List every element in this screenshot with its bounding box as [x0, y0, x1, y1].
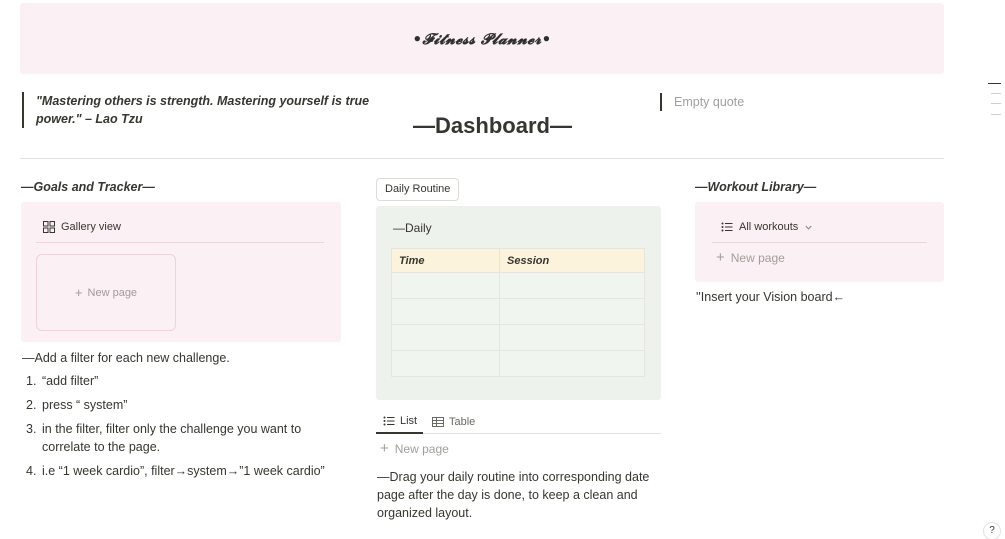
list-text: press “ system”	[42, 398, 128, 412]
outline-marker[interactable]	[991, 114, 1001, 115]
banner-title: •𝓕𝓲𝓽𝓷𝓮𝓼𝓼 𝓟𝓵𝓪𝓷𝓷𝓮𝓻•	[412, 29, 552, 48]
list-number: 2.	[26, 398, 37, 412]
new-page-card[interactable]: + New page	[36, 254, 176, 331]
page-title: —Dashboard—	[413, 113, 572, 138]
table-cell[interactable]	[391, 272, 500, 299]
table-row	[391, 272, 645, 299]
daily-schedule-table: Time Session	[391, 248, 645, 377]
goals-heading: —Goals and Tracker—	[21, 180, 155, 194]
gallery-grid-icon	[43, 221, 55, 233]
plus-icon: +	[716, 249, 725, 266]
help-icon[interactable]: ?	[983, 522, 1001, 539]
table-icon	[432, 417, 444, 427]
workout-heading: —Workout Library—	[695, 180, 817, 194]
routine-view-tabs: List Table	[376, 410, 661, 434]
empty-quote-block[interactable]: Empty quote	[660, 93, 744, 111]
filter-steps-list: 1. “add filter” 2. press “ system” 3. in th…	[22, 372, 342, 486]
new-page-card-label: New page	[87, 286, 138, 299]
view-underline	[712, 242, 927, 243]
list-number: 1.	[26, 374, 37, 388]
routine-note: —Drag your daily routine into correspond…	[377, 470, 650, 520]
table-cell[interactable]	[499, 350, 645, 377]
list-text: “add filter”	[42, 374, 99, 388]
table-cell[interactable]	[391, 298, 500, 325]
table-row	[391, 324, 645, 351]
list-number: 4.	[26, 464, 37, 478]
daily-routine-button[interactable]: Daily Routine	[376, 178, 460, 201]
outline-marker[interactable]	[991, 93, 1001, 94]
chevron-down-icon	[805, 225, 812, 230]
tab-table[interactable]: Table	[432, 410, 475, 434]
table-cell[interactable]	[391, 324, 500, 351]
all-workouts-label: All workouts	[739, 221, 799, 233]
all-workouts-view-tab[interactable]: All workouts	[721, 221, 813, 233]
column-header-time[interactable]: Time	[391, 248, 500, 273]
table-row	[391, 350, 645, 377]
header-banner: •𝓕𝓲𝓽𝓷𝓮𝓼𝓼 𝓟𝓵𝓪𝓷𝓷𝓮𝓻•	[20, 3, 944, 74]
tab-list-label: List	[400, 415, 418, 427]
list-item: 3. in the filter, filter only the challen…	[22, 420, 342, 456]
list-number: 3.	[26, 422, 37, 436]
table-row	[391, 298, 645, 325]
gallery-view-label: Gallery view	[61, 221, 121, 233]
column-header-session[interactable]: Session	[499, 248, 645, 273]
plus-icon: +	[74, 285, 83, 300]
list-item: 1. “add filter”	[22, 372, 342, 390]
table-cell[interactable]	[499, 298, 645, 325]
new-page-label: New page	[730, 251, 785, 265]
list-text: in the filter, filter only the challenge…	[42, 422, 302, 454]
list-icon	[721, 222, 733, 232]
list-item: 4. i.e “1 week cardio”, filter→system→”1 …	[22, 462, 342, 480]
new-page-label: New page	[394, 442, 449, 456]
table-cell[interactable]	[499, 272, 645, 299]
outline-marker-active[interactable]	[988, 83, 1001, 84]
list-item: 2. press “ system”	[22, 396, 342, 414]
view-underline	[36, 242, 324, 243]
filter-note: —Add a filter for each new challenge.	[22, 351, 230, 365]
list-text: i.e “1 week cardio”, filter→system→”1 we…	[42, 464, 325, 478]
table-cell[interactable]	[499, 324, 645, 351]
vision-board-note: ''Insert your Vision board←	[696, 290, 846, 304]
routine-new-page-button[interactable]: + New page	[380, 440, 449, 457]
plus-icon: +	[380, 440, 389, 457]
workout-new-page-button[interactable]: + New page	[716, 249, 785, 266]
list-icon	[383, 416, 395, 426]
daily-title: —Daily	[393, 221, 432, 235]
tab-table-label: Table	[449, 416, 476, 428]
tab-list[interactable]: List	[376, 410, 424, 434]
gallery-view-tab[interactable]: Gallery view	[43, 221, 121, 233]
divider	[20, 158, 944, 159]
table-cell[interactable]	[391, 350, 500, 377]
outline-marker[interactable]	[991, 103, 1001, 104]
